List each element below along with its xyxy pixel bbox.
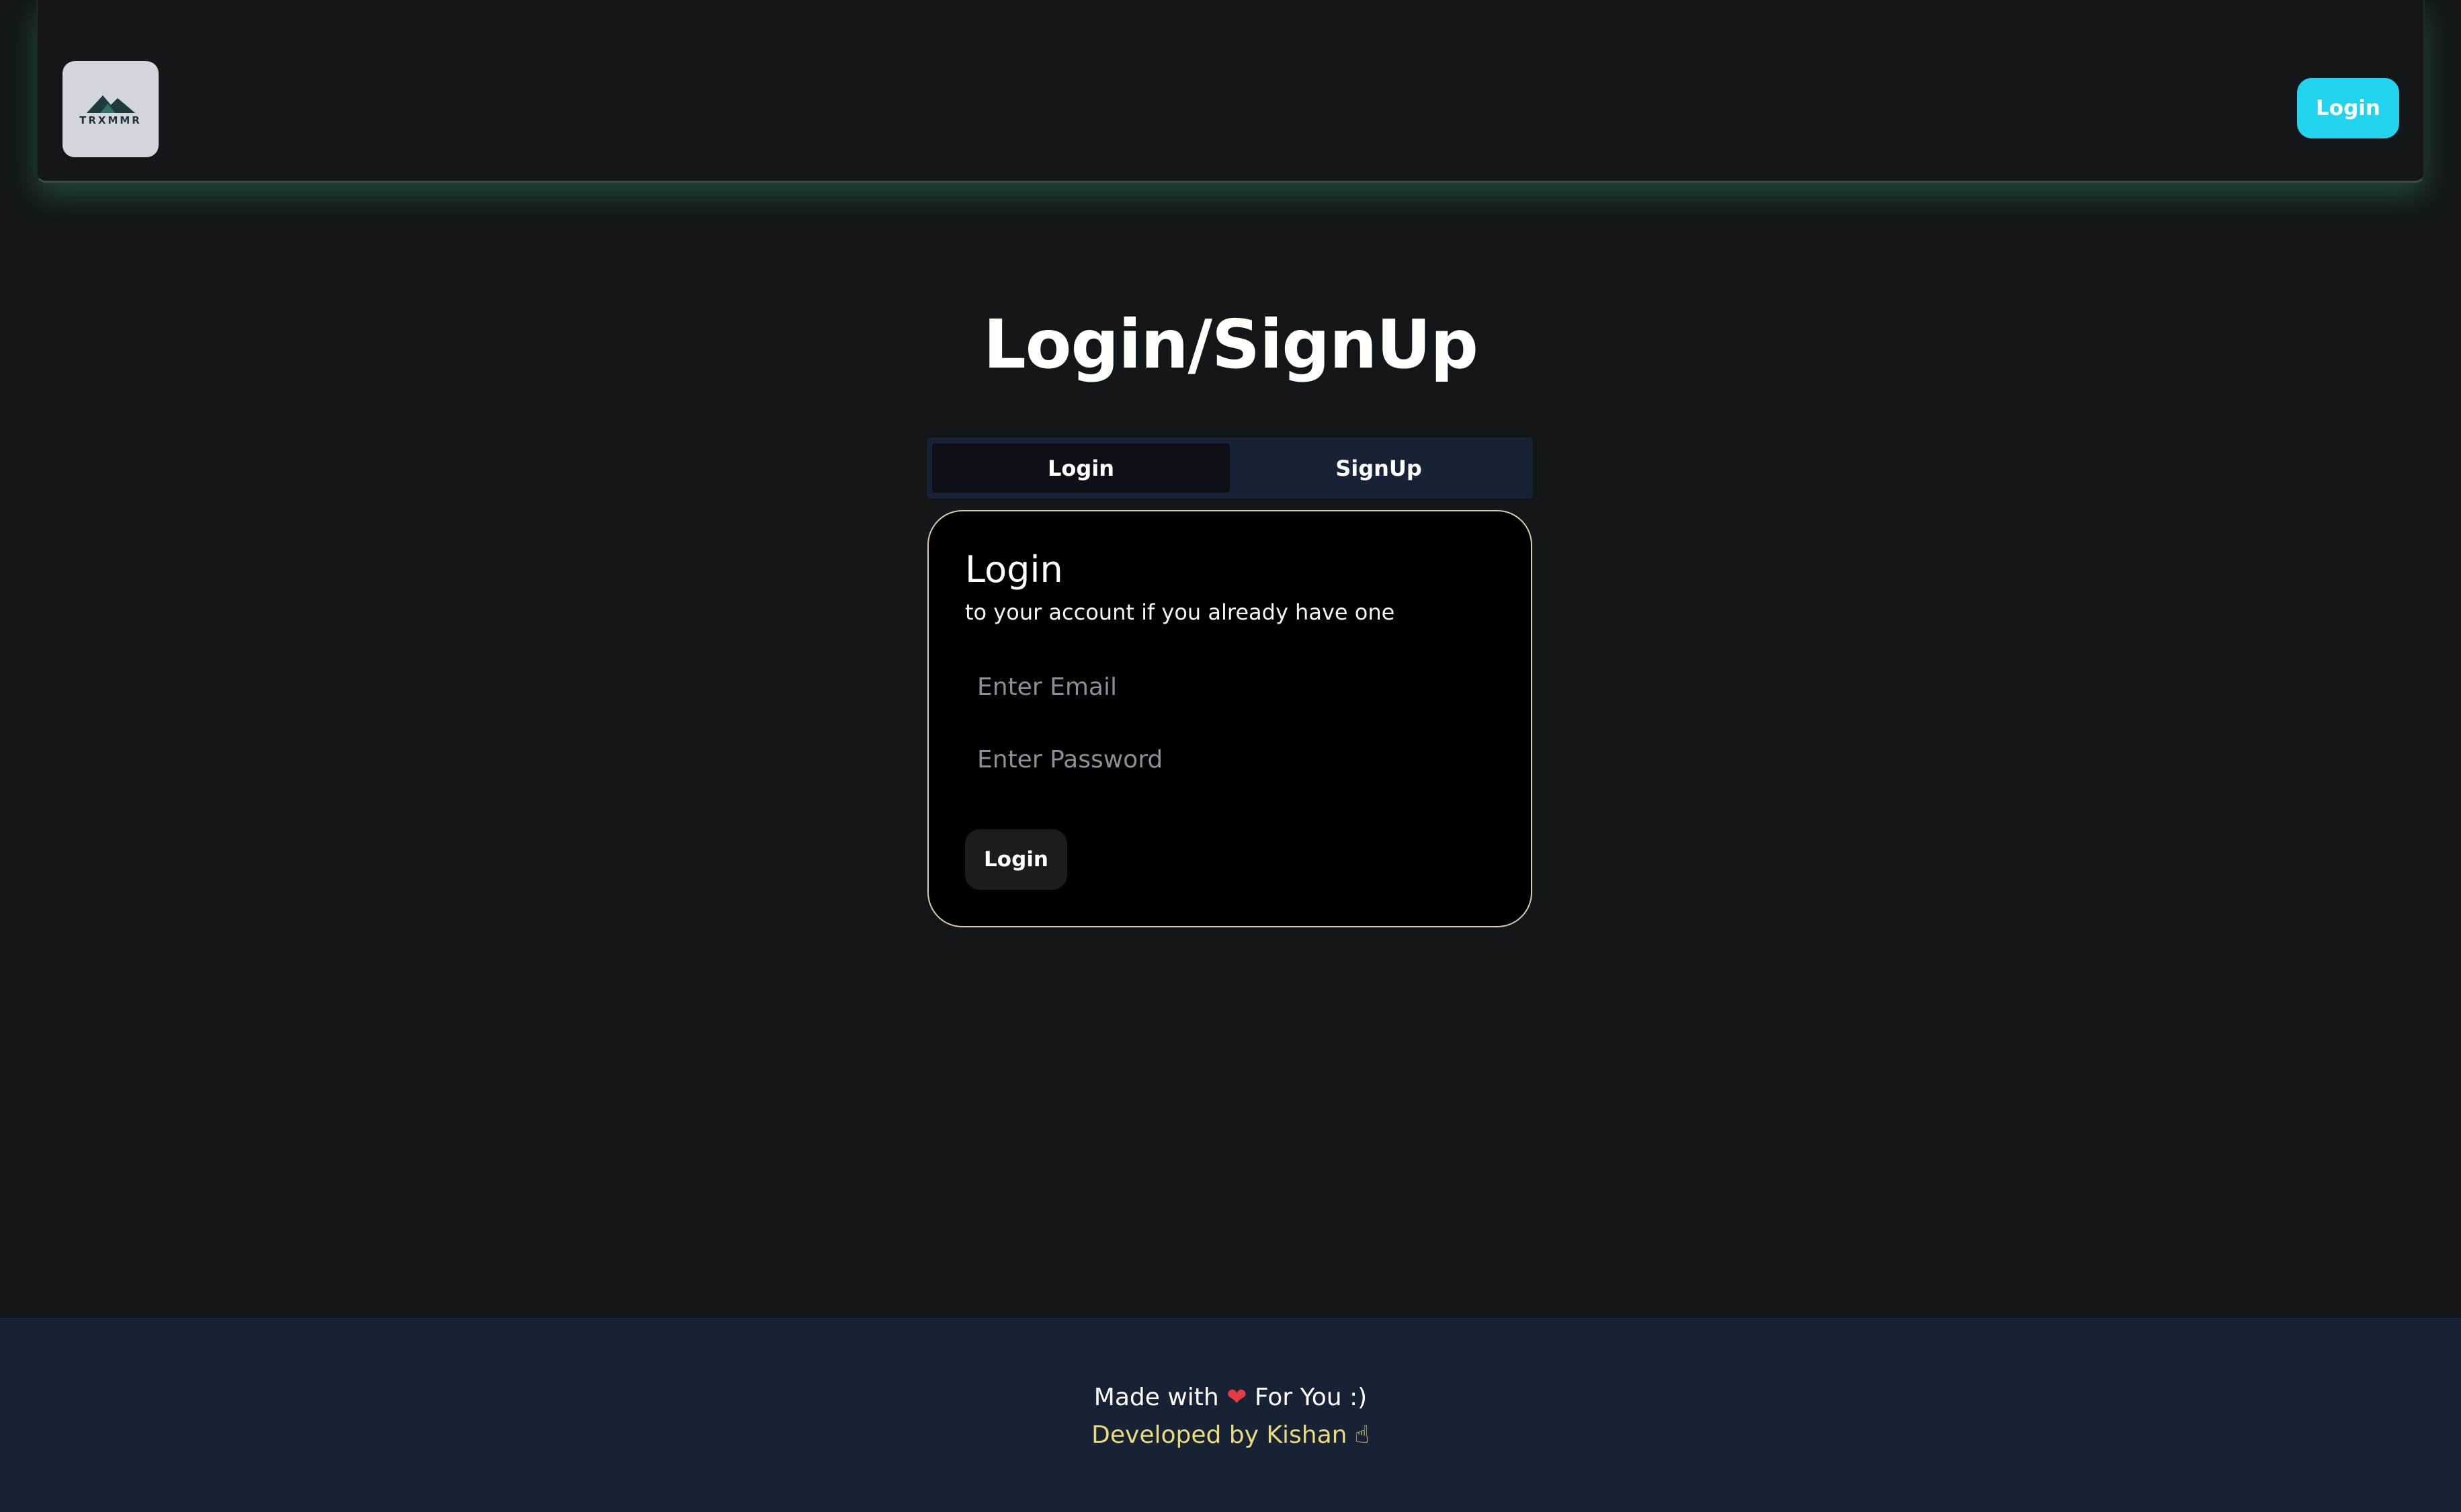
top-navbar: TRXMMR Login [36,0,2425,183]
footer-made-with: Made with ❤ For You :) [0,1380,2461,1416]
mountain-icon [86,93,135,113]
pointing-hand-icon: ☝ [1354,1421,1370,1449]
made-with-suffix: For You :) [1254,1384,1368,1411]
tab-signup[interactable]: SignUp [1230,444,1528,493]
login-card: Login to your account if you already hav… [927,510,1532,927]
footer-developer-credit: Developed by Kishan ☝ [0,1417,2461,1454]
logo[interactable]: TRXMMR [62,61,159,157]
page-title: Login/SignUp [983,305,1478,384]
card-title: Login [965,548,1063,591]
page: TRXMMR Login Login/SignUp Login SignUp L… [0,0,2461,1512]
logo-text: TRXMMR [79,114,142,126]
header-login-button[interactable]: Login [2297,78,2399,138]
password-field[interactable] [965,731,1496,788]
tab-login[interactable]: Login [932,444,1230,493]
heart-icon: ❤ [1226,1384,1247,1411]
footer: Made with ❤ For You :) Developed by Kish… [0,1318,2461,1512]
login-submit-button[interactable]: Login [965,829,1067,890]
email-field[interactable] [965,659,1496,715]
card-subtitle: to your account if you already have one [965,599,1395,625]
developer-credit-link[interactable]: Developed by Kishan [1091,1421,1347,1449]
made-with-prefix: Made with [1093,1384,1219,1411]
auth-tabs: Login SignUp [927,437,1533,499]
